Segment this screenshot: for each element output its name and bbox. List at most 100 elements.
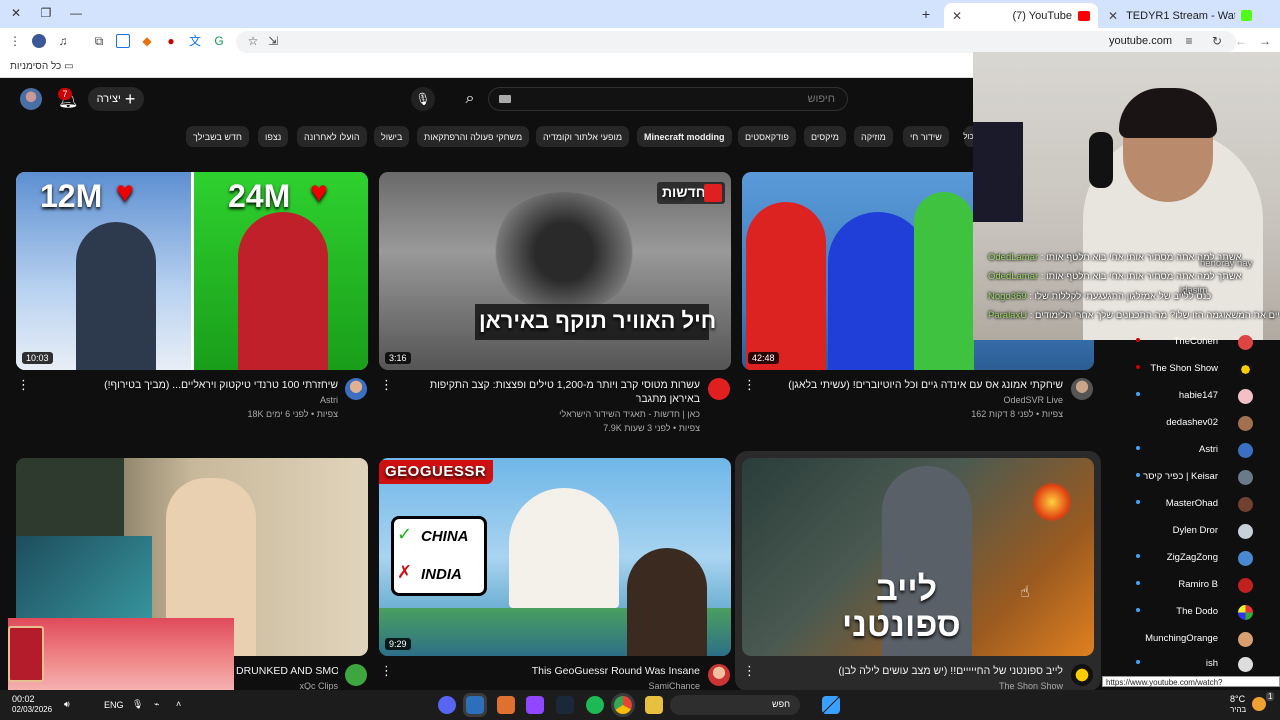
sidebar-channel-name[interactable]: Ramiro B [1178,579,1218,590]
more-options-icon[interactable]: ⋮ [743,663,756,679]
media-icon[interactable]: ♫ [56,34,70,48]
profile-icon[interactable] [32,34,46,48]
minimize-window-icon[interactable]: — [68,6,84,20]
channel-avatar[interactable] [345,664,367,686]
video-title[interactable]: שיחזרתי 100 טרנדי טיקטוק ויראליים... (מב… [40,378,338,392]
sidebar-channel-name[interactable]: habie147 [1179,390,1218,401]
address-bar[interactable]: youtube.com [236,31,1236,53]
more-options-icon[interactable]: ⋮ [380,377,393,393]
chrome-icon[interactable] [614,696,632,714]
channel-avatar[interactable] [1238,578,1253,593]
forward-icon[interactable]: ← [1234,34,1248,48]
search-box[interactable] [488,87,848,111]
channel-avatar[interactable] [1238,362,1253,377]
more-options-icon[interactable]: ⋮ [380,663,393,679]
language-indicator[interactable]: ENG [104,700,124,710]
site-settings-icon[interactable]: ≡ [1182,34,1196,48]
channel-avatar[interactable] [1238,416,1253,431]
sidebar-channel-name[interactable]: Dylen Dror [1173,525,1218,536]
chip-mixes[interactable]: מיקסים [804,126,846,147]
video-title[interactable]: DRUNKED AND SMOKED Clip [236,664,338,678]
close-tab-icon[interactable]: ✕ [1108,9,1118,23]
screenshot-extension-icon[interactable] [116,34,130,48]
keyboard-icon[interactable] [499,95,511,103]
extension-icon[interactable]: ◆ [140,34,154,48]
windows-start-icon[interactable] [822,696,840,714]
voice-search-icon[interactable]: 🎙︎ [411,87,435,111]
chip-improv-comedy[interactable]: מופעי אלתור וקומדיה [536,126,630,147]
spotify-icon[interactable] [586,696,604,714]
channel-avatar[interactable] [1238,497,1253,512]
chip-minecraft-modding[interactable]: Minecraft modding [637,126,732,147]
app-active-icon[interactable] [466,696,484,714]
twitch-icon[interactable] [526,696,544,714]
back-icon[interactable]: → [1258,34,1272,48]
channel-avatar[interactable] [1238,657,1253,672]
video-title[interactable]: This GeoGuessr Round Was Insane [400,664,700,678]
taskbar-search-box[interactable]: חפש [670,695,800,715]
tray-chevron-icon[interactable]: ˄ [176,699,181,709]
tab-kick-stream[interactable]: ✕ TEDYR1 Stream - Watch Live on [1100,3,1260,28]
chip-action-adventure[interactable]: משחקי פעולה והרפתקאות [417,126,530,147]
chip-cooking[interactable]: בישול [374,126,410,147]
reload-icon[interactable]: ↻ [1210,34,1224,48]
sidebar-channel-name[interactable]: The Dodo [1176,606,1218,617]
all-bookmarks-link[interactable]: כל הסימניות ▭ [10,61,74,72]
channel-avatar[interactable] [1238,524,1253,539]
chip-music[interactable]: מוזיקה [854,126,893,147]
restore-window-icon[interactable]: ❐ [38,6,54,20]
video-title[interactable]: לייב ספונטני של החייייים!! (יש מצב עושים… [760,664,1063,678]
extension-icon[interactable]: ● [164,34,178,48]
translate-icon[interactable]: 文 [188,34,202,48]
more-options-icon[interactable]: ⋮ [17,377,30,393]
new-tab-icon[interactable]: + [918,6,934,22]
sidebar-channel-name[interactable]: The Shon Show [1150,363,1218,374]
search-input[interactable] [489,88,847,110]
create-button[interactable]: יצירה + [88,87,144,111]
chip-recently-uploaded[interactable]: הועלו לאחרונה [297,126,367,147]
channel-avatar[interactable] [1071,664,1093,686]
chip-watched[interactable]: נצפו [258,126,289,147]
file-explorer-icon[interactable] [645,696,663,714]
close-window-icon[interactable]: ✕ [8,6,24,20]
channel-avatar[interactable] [1238,335,1253,350]
video-thumbnail[interactable]: חדשות חיל האוויר תוקף באיראן 3:16 [379,172,731,370]
video-title[interactable]: עשרות מטוסי קרב ויותר מ-1,200 טילים ופצצ… [400,378,700,406]
grammar-extension-icon[interactable]: G [212,34,226,48]
channel-avatar[interactable] [1238,551,1253,566]
discord-icon[interactable] [438,696,456,714]
sidebar-channel-name[interactable]: Astri [1199,444,1218,455]
notification-badge[interactable]: 1 [1266,692,1275,701]
bookmark-star-icon[interactable]: ☆ [246,34,260,48]
channel-name[interactable]: כאן | חדשות - תאגיד השידור הישראלי [400,408,700,421]
chip-podcasts[interactable]: פודקאסטים [738,126,796,147]
speaker-icon[interactable]: 🔊︎ [64,699,70,710]
channel-avatar[interactable] [1238,632,1253,647]
sidebar-channel-name[interactable]: dedashev02 [1166,417,1218,428]
channel-avatar[interactable] [708,378,730,400]
video-thumbnail[interactable]: 12M ♥ 24M ♥ 10:03 [16,172,368,370]
sidebar-channel-name[interactable]: כפיר קיסר | Keisar [1143,471,1218,482]
tab-youtube[interactable]: ✕ (7) YouTube [944,3,1098,28]
network-icon[interactable]: ⌁ [154,699,159,710]
sidebar-channel-name[interactable]: ish [1206,658,1218,669]
close-tab-icon[interactable]: ✕ [952,9,962,23]
channel-avatar[interactable] [1238,470,1253,485]
weather-temp[interactable]: 8°C [1230,694,1245,704]
sidebar-channel-name[interactable]: MasterOhad [1166,498,1218,509]
extensions-icon[interactable]: ⧉ [92,34,106,48]
more-options-icon[interactable]: ⋮ [743,377,756,393]
install-app-icon[interactable]: ⇲ [266,34,280,48]
steam-icon[interactable] [556,696,574,714]
channel-avatar[interactable] [1238,443,1253,458]
weather-sun-icon[interactable] [1252,697,1266,711]
app-icon[interactable] [497,696,515,714]
channel-avatar[interactable] [1238,389,1253,404]
video-thumbnail[interactable]: לייב ספונטני [742,458,1094,656]
clock-time[interactable]: 00:02 [12,694,35,704]
channel-avatar[interactable] [345,378,367,400]
chip-new-for-you[interactable]: חדש בשבילך [186,126,249,147]
search-icon[interactable]: ⌕ [452,87,488,111]
sidebar-channel-name[interactable]: TheCohen [1174,336,1218,347]
chip-live[interactable]: שידור חי [903,126,949,147]
